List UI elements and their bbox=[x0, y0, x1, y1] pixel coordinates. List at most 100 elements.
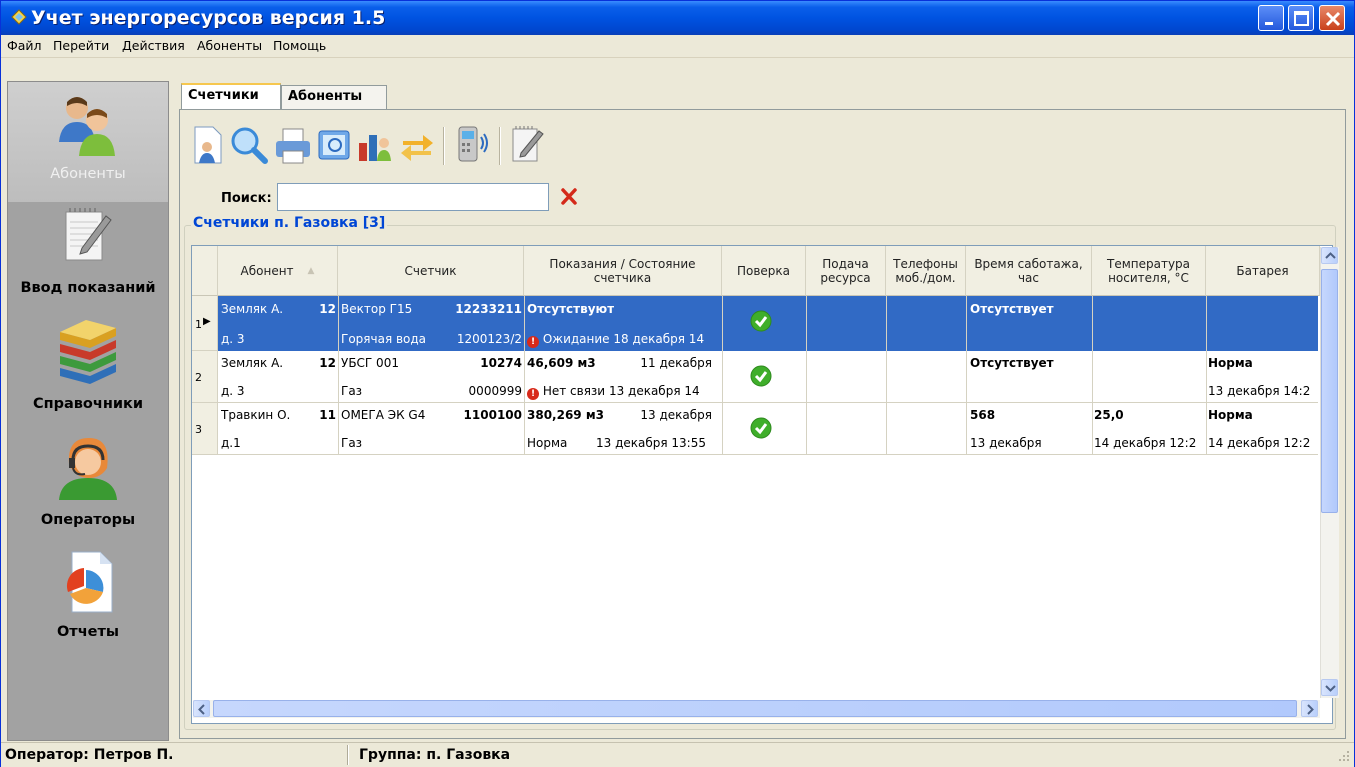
meter-id: 10274 bbox=[480, 356, 522, 370]
column-header-readings[interactable]: Показания / Состояние счетчика bbox=[524, 246, 722, 296]
vertical-scroll-thumb[interactable] bbox=[1321, 269, 1338, 513]
menu-file[interactable]: Файл bbox=[7, 38, 42, 53]
scroll-right-button[interactable] bbox=[1301, 700, 1318, 717]
status-bar: Оператор: Петров П. Группа: п. Газовка bbox=[1, 742, 1354, 767]
meter-id: 1100100 bbox=[463, 408, 522, 422]
reading-date: 13 декабря bbox=[640, 408, 712, 422]
preview-icon[interactable] bbox=[315, 123, 355, 167]
menu-help[interactable]: Помощь bbox=[273, 38, 326, 53]
sabotage-value: 568 bbox=[970, 408, 996, 422]
row-header[interactable]: 3 bbox=[192, 403, 218, 455]
grid-line bbox=[524, 296, 525, 455]
grid-line bbox=[338, 296, 339, 455]
refresh-icon[interactable] bbox=[397, 123, 437, 167]
subscriber-name: Травкин О. bbox=[221, 408, 291, 422]
title-bar[interactable]: Учет энергоресурсов версия 1.5 bbox=[1, 1, 1354, 35]
temperature-value: 25,0 bbox=[1094, 408, 1124, 422]
battery-status: Норма bbox=[1208, 356, 1253, 370]
verification-ok-icon bbox=[750, 417, 772, 439]
meter-serial: 0000999 bbox=[468, 384, 522, 398]
search-icon[interactable] bbox=[229, 123, 269, 167]
maximize-button[interactable] bbox=[1288, 5, 1314, 31]
scroll-up-button[interactable] bbox=[1321, 247, 1338, 264]
state-date: 13 декабря 13:55 bbox=[596, 436, 706, 450]
row-header[interactable]: 1 ▶ bbox=[192, 296, 218, 351]
column-header-label: Абонент bbox=[240, 263, 294, 278]
search-input[interactable] bbox=[277, 183, 549, 211]
nav-subscribers[interactable]: Абоненты bbox=[8, 82, 168, 202]
close-button[interactable] bbox=[1319, 5, 1345, 31]
chevron-up-icon bbox=[1325, 252, 1336, 259]
search-label: Поиск: bbox=[221, 191, 272, 206]
grid-line bbox=[886, 296, 887, 455]
resize-grip-icon[interactable] bbox=[1337, 749, 1351, 763]
grid-line bbox=[806, 296, 807, 455]
subscriber-number: 12 bbox=[319, 302, 336, 316]
subscriber-house: д. 3 bbox=[221, 332, 245, 346]
column-header-subscriber[interactable]: Абонент ▲ bbox=[218, 246, 338, 296]
group-title: Счетчики п. Газовка [3] bbox=[191, 215, 388, 231]
vertical-scrollbar[interactable] bbox=[1320, 247, 1339, 698]
minimize-button[interactable] bbox=[1258, 5, 1284, 31]
row-header[interactable]: 2 bbox=[192, 351, 218, 403]
column-header-temperature[interactable]: Температура носителя, °C bbox=[1092, 246, 1206, 296]
horizontal-scrollbar[interactable] bbox=[193, 700, 1320, 718]
menu-navigate[interactable]: Перейти bbox=[53, 38, 109, 53]
state-date: 18 декабря 14 bbox=[613, 332, 705, 346]
current-row-arrow-icon: ▶ bbox=[203, 316, 211, 327]
status-group: Группа: п. Газовка bbox=[359, 747, 511, 763]
subscriber-name: Земляк А. bbox=[221, 356, 284, 370]
books-icon bbox=[56, 318, 120, 387]
column-header-battery[interactable]: Батарея bbox=[1206, 246, 1320, 296]
nav-reports[interactable]: Отчеты bbox=[8, 550, 168, 668]
nav-references[interactable]: Справочники bbox=[8, 318, 168, 436]
column-header-phones[interactable]: Телефоны моб./дом. bbox=[886, 246, 966, 296]
meter-name: УБСГ 001 bbox=[341, 356, 399, 370]
edit-icon[interactable] bbox=[507, 123, 547, 167]
meter-signal-icon[interactable] bbox=[453, 123, 493, 167]
column-header-supply[interactable]: Подача ресурса bbox=[806, 246, 886, 296]
users-chart-icon[interactable] bbox=[355, 123, 395, 167]
warning-icon: ! bbox=[527, 336, 539, 348]
meter-name: ОМЕГА ЭК G4 bbox=[341, 408, 426, 422]
printer-icon[interactable] bbox=[273, 123, 313, 167]
nav-enter-readings[interactable]: Ввод показаний bbox=[8, 202, 168, 320]
nav-operators-label: Операторы bbox=[40, 512, 136, 528]
subscriber-name: Земляк А. bbox=[221, 302, 284, 316]
reading-value: 380,269 м3 bbox=[527, 408, 604, 422]
nav-operators[interactable]: Операторы bbox=[8, 434, 168, 552]
state-text: Норма bbox=[527, 436, 568, 450]
new-document-icon[interactable] bbox=[189, 123, 229, 167]
menu-actions[interactable]: Действия bbox=[122, 38, 185, 53]
subscriber-number: 11 bbox=[319, 408, 336, 422]
grid-line bbox=[966, 296, 967, 455]
row-number: 1 bbox=[195, 318, 202, 331]
grid-line bbox=[1206, 296, 1207, 455]
column-header-meter[interactable]: Счетчик bbox=[338, 246, 524, 296]
tab-subscribers[interactable]: Абоненты bbox=[281, 85, 387, 109]
operator-headset-icon bbox=[55, 434, 121, 505]
clear-search-icon[interactable] bbox=[559, 187, 579, 207]
scroll-down-button[interactable] bbox=[1321, 679, 1338, 696]
sabotage-date: 13 декабря bbox=[970, 436, 1042, 450]
sabotage-value: Отсутствует bbox=[970, 302, 1054, 316]
table-row[interactable]: Земляк А. 12 д. 3 Вектор Г15 12233211 Го… bbox=[218, 296, 1318, 351]
column-header-verification[interactable]: Поверка bbox=[722, 246, 806, 296]
scroll-left-button[interactable] bbox=[193, 700, 210, 717]
menu-subscribers[interactable]: Абоненты bbox=[197, 38, 262, 53]
verification-ok-icon bbox=[750, 365, 772, 387]
table-row[interactable]: Земляк А. 12 д. 3 УБСГ 001 10274 Газ 000… bbox=[218, 351, 1318, 403]
grid-line bbox=[1092, 296, 1093, 455]
column-header-sabotage[interactable]: Время саботажа, час bbox=[966, 246, 1092, 296]
meters-grid: Абонент ▲ Счетчик Показания / Состояние … bbox=[191, 245, 1333, 724]
window-title: Учет энергоресурсов версия 1.5 bbox=[31, 7, 386, 29]
meter-type: Газ bbox=[341, 384, 363, 398]
tab-meters[interactable]: Счетчики bbox=[181, 83, 281, 109]
horizontal-scroll-thumb[interactable] bbox=[213, 700, 1297, 717]
subscriber-house: д.1 bbox=[221, 436, 241, 450]
state-date: 13 декабря 14 bbox=[608, 384, 700, 398]
meter-type: Горячая вода bbox=[341, 332, 427, 346]
table-row[interactable]: Травкин О. 11 д.1 ОМЕГА ЭК G4 1100100 Га… bbox=[218, 403, 1318, 455]
error-icon: ! bbox=[527, 388, 539, 400]
chevron-left-icon bbox=[198, 704, 205, 715]
